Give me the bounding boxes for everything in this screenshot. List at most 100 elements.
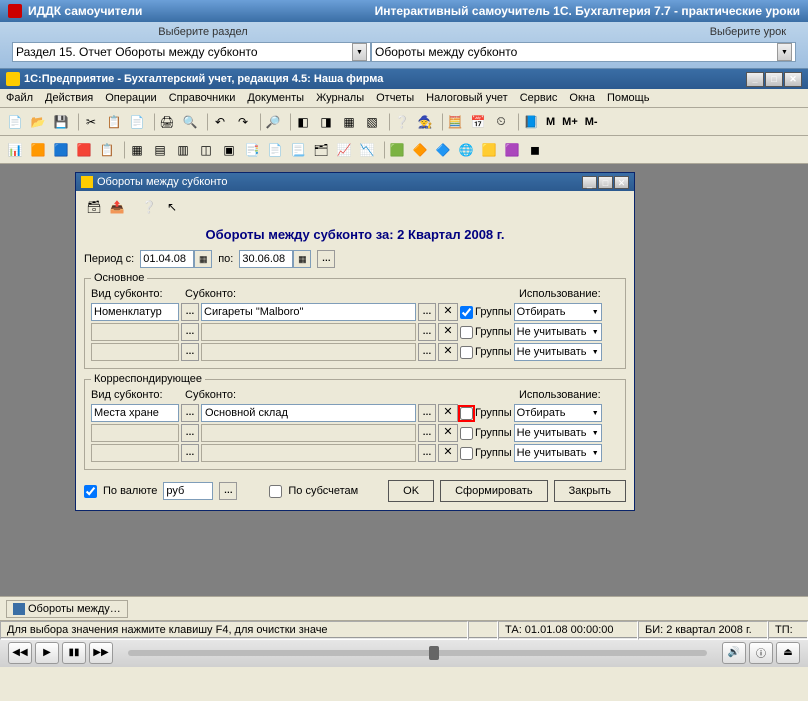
pause-button[interactable]: ▮▮ [62,642,86,664]
m-minus-button[interactable]: M- [582,116,601,128]
period-from-input[interactable] [140,250,194,268]
type-input[interactable] [91,444,179,462]
calendar-icon[interactable]: ▦ [293,250,311,268]
tool-icon[interactable]: ◨ [315,111,337,133]
pick-button[interactable]: … [181,444,199,462]
groups-checkbox[interactable] [460,326,473,339]
calendar-icon[interactable]: 📅 [467,111,489,133]
dialog-titlebar[interactable]: Обороты между субконто _ □ ✕ [76,173,634,191]
minimize-button[interactable]: _ [582,176,597,189]
report-icon[interactable]: 📈 [333,139,355,161]
ok-button[interactable]: OK [388,480,434,502]
form-button[interactable]: Сформировать [440,480,548,502]
clear-button[interactable]: ✕ [438,404,458,422]
redo-icon[interactable]: ↷ [232,111,254,133]
pick-button[interactable]: … [181,343,199,361]
report-icon[interactable]: ◼ [524,139,546,161]
type-input[interactable]: Места хране [91,404,179,422]
pick-button[interactable]: … [181,303,199,321]
pick-button[interactable]: … [418,404,436,422]
report-icon[interactable]: 📉 [356,139,378,161]
usage-combo[interactable]: Отбирать▼ [514,303,602,321]
groups-checkbox[interactable] [460,427,473,440]
report-icon[interactable]: ▥ [172,139,194,161]
subconto-input[interactable]: Сигареты "Malboro" [201,303,416,321]
subconto-input[interactable] [201,343,416,361]
tab-turnovers[interactable]: Обороты между… [6,600,128,618]
maximize-button[interactable]: □ [765,72,783,87]
subconto-input[interactable]: Основной склад [201,404,416,422]
book-icon[interactable]: 📘 [520,111,542,133]
section-combo[interactable]: Раздел 15. Отчет Обороты между субконто … [12,42,371,62]
clear-button[interactable]: ✕ [438,424,458,442]
report-icon[interactable]: 📑 [241,139,263,161]
menu-journals[interactable]: Журналы [316,92,364,104]
arrow-cursor-icon[interactable]: ↖ [162,197,182,217]
tool-icon[interactable]: ◧ [292,111,314,133]
calendar-icon[interactable]: ▦ [194,250,212,268]
clear-button[interactable]: ✕ [438,323,458,341]
chevron-down-icon[interactable]: ▼ [352,43,367,61]
clock-icon[interactable]: ⏲ [490,111,512,133]
lesson-combo[interactable]: Обороты между субконто ▼ [371,42,796,62]
currency-input[interactable]: руб [163,482,213,500]
report-icon[interactable]: 🟪 [501,139,523,161]
calc-icon[interactable]: 🧮 [444,111,466,133]
play-button[interactable]: ▶ [35,642,59,664]
minimize-button[interactable]: _ [746,72,764,87]
report-icon[interactable]: 🟨 [478,139,500,161]
pick-button[interactable]: … [181,404,199,422]
prev-button[interactable]: ◀◀ [8,642,32,664]
by-currency-checkbox[interactable] [84,485,97,498]
tool-icon[interactable]: ▦ [338,111,360,133]
pick-button[interactable]: … [418,424,436,442]
type-input[interactable]: Номенклатур [91,303,179,321]
pick-button[interactable]: … [181,323,199,341]
groups-checkbox[interactable] [460,306,473,319]
m-button[interactable]: M [543,116,558,128]
usage-combo[interactable]: Отбирать▼ [514,404,602,422]
by-subaccounts-checkbox[interactable] [269,485,282,498]
next-button[interactable]: ▶▶ [89,642,113,664]
type-input[interactable] [91,424,179,442]
menu-service[interactable]: Сервис [520,92,558,104]
pick-button[interactable]: … [418,444,436,462]
subconto-input[interactable] [201,323,416,341]
report-icon[interactable]: 🗂 [310,139,332,161]
report-icon[interactable]: 🟧 [27,139,49,161]
clear-button[interactable]: ✕ [438,444,458,462]
report-icon[interactable]: 🔷 [432,139,454,161]
new-icon[interactable]: 📄 [4,111,26,133]
progress-slider[interactable] [128,650,707,656]
report-icon[interactable]: ▦ [126,139,148,161]
menu-reports[interactable]: Отчеты [376,92,414,104]
report-icon[interactable]: 📃 [287,139,309,161]
subconto-input[interactable] [201,424,416,442]
help-icon[interactable]: ❔ [139,197,159,217]
print-icon[interactable]: 🖨 [156,111,178,133]
info-button[interactable]: ⓘ [749,642,773,664]
type-input[interactable] [91,323,179,341]
clear-button[interactable]: ✕ [438,303,458,321]
clear-button[interactable]: ✕ [438,343,458,361]
tool-icon[interactable]: ▧ [361,111,383,133]
period-picker-button[interactable]: … [317,250,335,268]
type-input[interactable] [91,343,179,361]
pick-button[interactable]: … [418,323,436,341]
menu-windows[interactable]: Окна [569,92,595,104]
pick-button[interactable]: … [418,343,436,361]
usage-combo[interactable]: Не учитывать▼ [514,343,602,361]
report-icon[interactable]: 🌐 [455,139,477,161]
wizard-icon[interactable]: 🧙 [414,111,436,133]
close-button[interactable]: ✕ [614,176,629,189]
groups-checkbox[interactable] [460,447,473,460]
usage-combo[interactable]: Не учитывать▼ [514,323,602,341]
open-icon[interactable]: 📂 [27,111,49,133]
report-icon[interactable]: ◫ [195,139,217,161]
pick-button[interactable]: … [181,424,199,442]
report-icon[interactable]: ▣ [218,139,240,161]
volume-button[interactable]: 🔊 [722,642,746,664]
copy-icon[interactable]: 📋 [103,111,125,133]
help-icon[interactable]: ❔ [391,111,413,133]
pick-button[interactable]: … [219,482,237,500]
